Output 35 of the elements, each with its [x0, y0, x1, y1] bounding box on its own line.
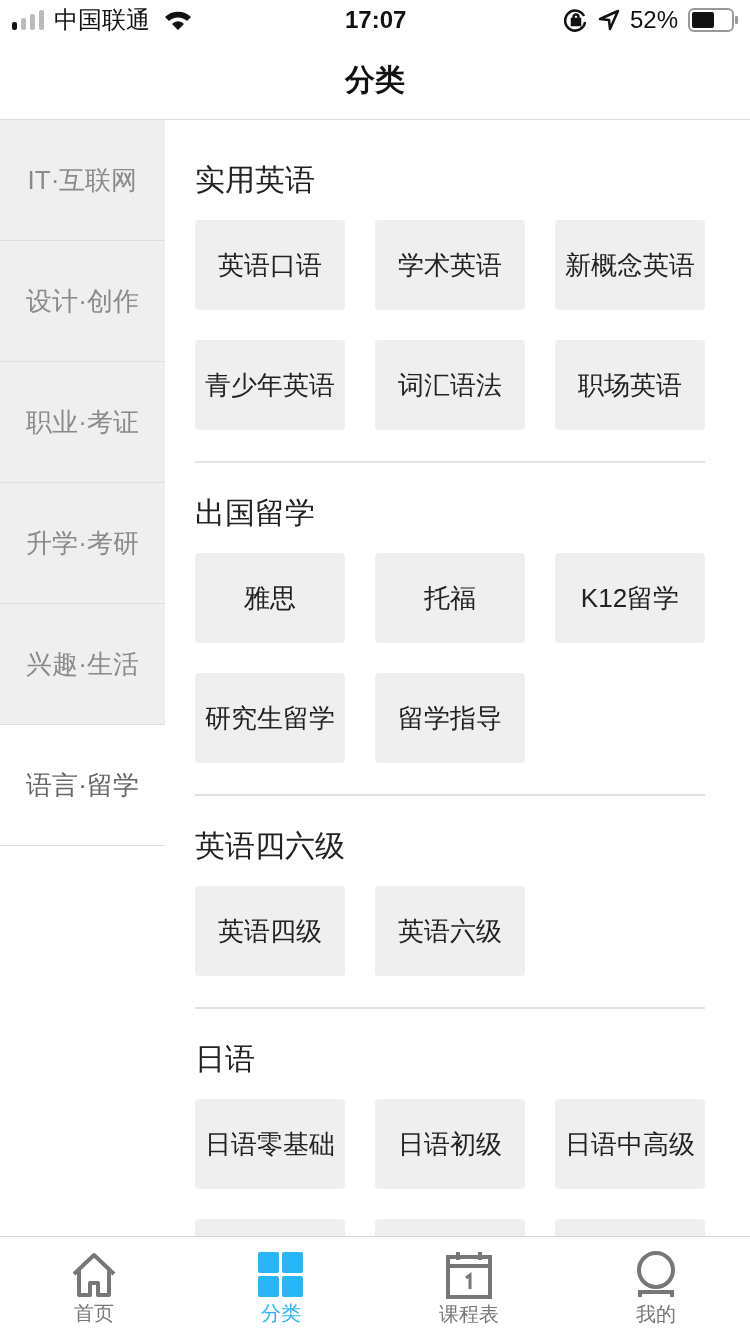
wifi-icon [164, 9, 192, 31]
battery-percent: 52% [629, 5, 678, 35]
category-chip[interactable]: 托福 [375, 553, 525, 643]
category-chip[interactable]: 英语六级 [375, 886, 525, 976]
tab-bar-item[interactable]: 首页 [0, 1237, 188, 1334]
category-chip[interactable]: 日语中高级 [555, 1099, 705, 1189]
category-chip[interactable]: 留学指导 [375, 673, 525, 763]
location-icon [597, 9, 620, 31]
category-chip[interactable]: 职场英语 [555, 340, 705, 430]
section-title: 出国留学 [195, 495, 316, 531]
signal-icon [12, 10, 46, 30]
page-title: 分类 [345, 62, 405, 98]
category-chip[interactable]: 雅思 [195, 553, 345, 643]
category-chip[interactable]: 日语零基础 [195, 1099, 345, 1189]
section-title: 日语 [195, 1041, 256, 1077]
person-icon [635, 1250, 678, 1299]
category-chip[interactable]: 学术英语 [375, 220, 525, 310]
category-chip[interactable]: 英语口语 [195, 220, 345, 310]
section-title: 英语四六级 [195, 828, 346, 864]
calendar-icon [445, 1250, 492, 1299]
category-chip[interactable]: 青少年英语 [195, 340, 345, 430]
tab-bar-item[interactable]: 我的 [562, 1237, 750, 1334]
category-chip[interactable]: 英语四级 [195, 886, 345, 976]
category-chip[interactable]: 词汇语法 [375, 340, 525, 430]
battery-icon [688, 8, 738, 32]
tab-bar-item[interactable]: 课程表 [375, 1237, 563, 1334]
category-chip[interactable]: 研究生留学 [195, 673, 345, 763]
category-chip[interactable]: 新概念英语 [555, 220, 705, 310]
category-chip[interactable]: 日语初级 [375, 1099, 525, 1189]
section-title: 实用英语 [195, 162, 316, 198]
category-chip[interactable]: K12留学 [555, 553, 705, 643]
rotation-lock-icon [563, 8, 588, 32]
grid-icon [258, 1251, 305, 1298]
carrier-name: 中国联通 [54, 5, 150, 35]
status-time: 17:07 [345, 5, 407, 35]
